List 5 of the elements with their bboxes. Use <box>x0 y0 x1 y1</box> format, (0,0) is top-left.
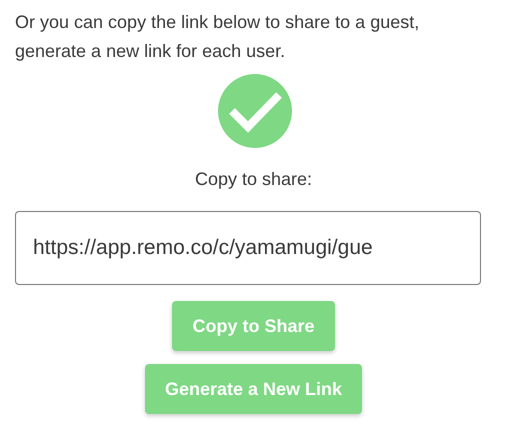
instructions-text: Or you can copy the link below to share to a guest, generate a new link for each user. <box>15 11 420 63</box>
generate-link-button[interactable]: Generate a New Link <box>144 364 362 414</box>
copy-button[interactable]: Copy to Share <box>172 301 335 351</box>
link-field[interactable]: https://app.remo.co/c/yamamugi/gue <box>15 211 481 285</box>
copy-label: Copy to share: <box>194 168 312 191</box>
